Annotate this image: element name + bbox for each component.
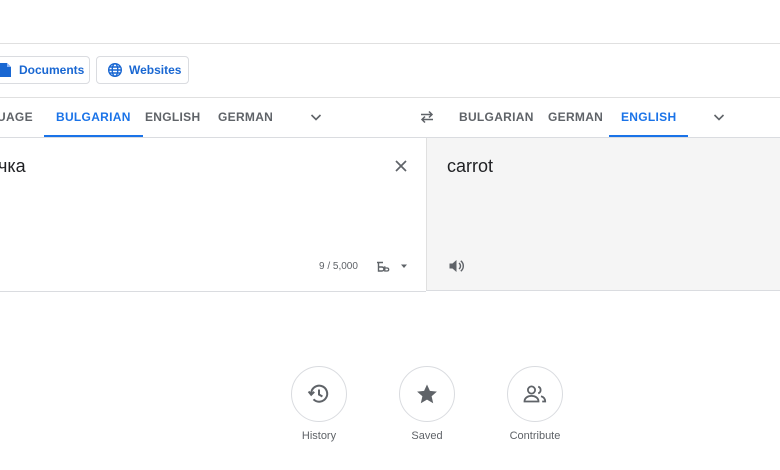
websites-label: Websites (129, 63, 182, 77)
chevron-down-icon[interactable] (711, 109, 727, 125)
active-tab-indicator (44, 135, 143, 137)
history-icon (307, 384, 329, 403)
saved-button[interactable]: Saved (382, 366, 472, 442)
source-panel[interactable]: чка 9 / 5,000 (0, 138, 426, 292)
source-lang-tab-detect[interactable]: UAGE (0, 98, 33, 136)
source-lang-tab-german[interactable]: GERMAN (218, 98, 273, 136)
source-lang-label: BULGARIAN (56, 110, 131, 124)
mode-row: Documents Websites (0, 44, 780, 98)
saved-label: Saved (411, 430, 443, 442)
translation-text: carrot (447, 156, 494, 176)
source-lang-tab-bulgarian[interactable]: BULGARIAN (44, 98, 143, 137)
caret-down-icon[interactable] (400, 262, 408, 270)
speaker-icon[interactable] (447, 257, 465, 275)
people-icon (523, 385, 547, 403)
target-lang-label: GERMAN (548, 110, 604, 124)
star-icon (417, 384, 437, 404)
contribute-button[interactable]: Contribute (490, 366, 580, 442)
target-lang-tab-german[interactable]: GERMAN (548, 98, 603, 136)
target-lang-tab-english[interactable]: ENGLISH (609, 98, 689, 137)
history-label: History (301, 430, 337, 442)
source-lang-tab-english[interactable]: ENGLISH (145, 98, 200, 136)
source-text[interactable]: чка (0, 156, 26, 177)
target-lang-tab-bulgarian[interactable]: BULGARIAN (459, 98, 534, 136)
history-circle[interactable] (291, 366, 347, 422)
language-bar: UAGE BULGARIAN ENGLISH GERMAN BULGARIAN … (0, 98, 780, 138)
source-lang-label: UAGE (0, 110, 33, 124)
target-lang-label: BULGARIAN (459, 110, 534, 124)
swap-languages-icon[interactable] (418, 108, 436, 126)
close-icon[interactable] (392, 157, 410, 175)
websites-button[interactable]: Websites (96, 56, 189, 84)
document-icon (0, 62, 13, 78)
active-tab-indicator (609, 135, 689, 137)
documents-label: Documents (19, 63, 85, 77)
char-count: 9 / 5,000 (319, 261, 358, 272)
source-lang-label: ENGLISH (145, 110, 201, 124)
saved-circle[interactable] (399, 366, 455, 422)
documents-button[interactable]: Documents (0, 56, 90, 84)
target-lang-label: ENGLISH (621, 110, 677, 124)
input-tools-icon[interactable] (375, 260, 391, 274)
contribute-circle[interactable] (507, 366, 563, 422)
target-panel: carrot (426, 138, 780, 291)
globe-icon (107, 62, 123, 78)
chevron-down-icon[interactable] (308, 109, 324, 125)
history-button[interactable]: History (274, 366, 364, 442)
contribute-label: Contribute (509, 430, 561, 442)
top-bar (0, 0, 780, 44)
source-lang-label: GERMAN (218, 110, 274, 124)
